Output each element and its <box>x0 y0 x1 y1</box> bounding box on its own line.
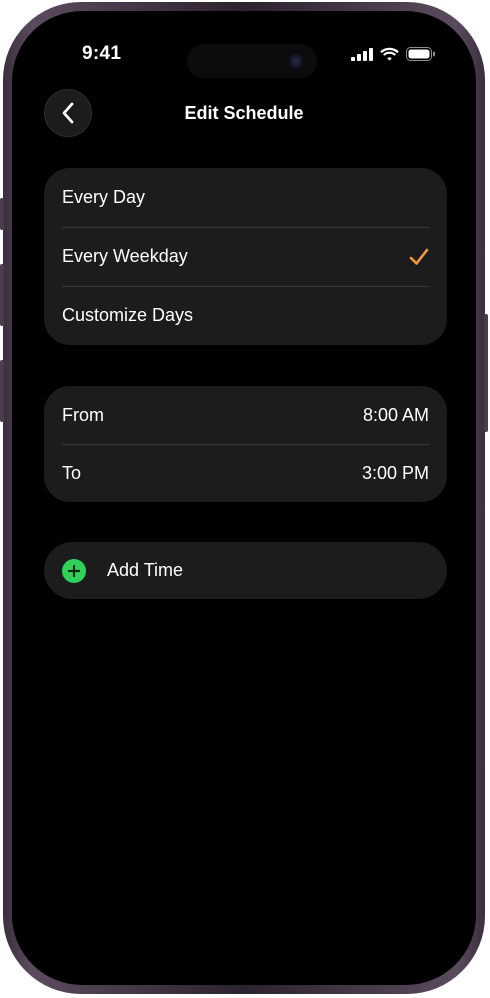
option-label: Every Day <box>62 187 146 207</box>
battery-icon <box>406 47 435 61</box>
dynamic-island <box>187 44 317 78</box>
to-row[interactable]: To 3:00 PM <box>44 444 447 502</box>
option-customize-days[interactable]: Customize Days <box>44 286 447 345</box>
screen: 9:41 Edit Schedule Every Day Every Weekd… <box>12 11 476 985</box>
option-label: Customize Days <box>62 305 194 325</box>
page-title: Edit Schedule <box>184 103 304 123</box>
add-time-button[interactable]: Add Time <box>44 542 447 599</box>
status-icons <box>351 47 436 61</box>
cellular-signal-icon <box>351 47 373 61</box>
to-value: 3:00 PM <box>361 462 429 483</box>
time-range-group: From 8:00 AM To 3:00 PM <box>44 386 447 502</box>
option-every-weekday[interactable]: Every Weekday <box>44 227 447 286</box>
plus-icon <box>68 564 80 577</box>
action-button <box>0 198 4 230</box>
option-every-day[interactable]: Every Day <box>44 168 447 227</box>
add-time-label: Add Time <box>107 560 184 580</box>
status-time: 9:41 <box>82 43 122 64</box>
camera-icon <box>289 54 303 68</box>
phone-frame: 9:41 Edit Schedule Every Day Every Weekd… <box>0 2 488 994</box>
from-label: From <box>62 404 104 425</box>
volume-down-button <box>0 360 4 422</box>
checkmark-icon <box>409 248 429 265</box>
wifi-icon <box>380 47 399 61</box>
repeat-options-group: Every Day Every Weekday Customize Days <box>44 168 447 345</box>
option-label: Every Weekday <box>62 246 188 266</box>
power-button <box>484 314 488 432</box>
from-value: 8:00 AM <box>362 404 429 425</box>
from-row[interactable]: From 8:00 AM <box>44 386 447 444</box>
volume-up-button <box>0 264 4 326</box>
to-label: To <box>62 462 82 483</box>
plus-circle-icon <box>62 558 86 583</box>
